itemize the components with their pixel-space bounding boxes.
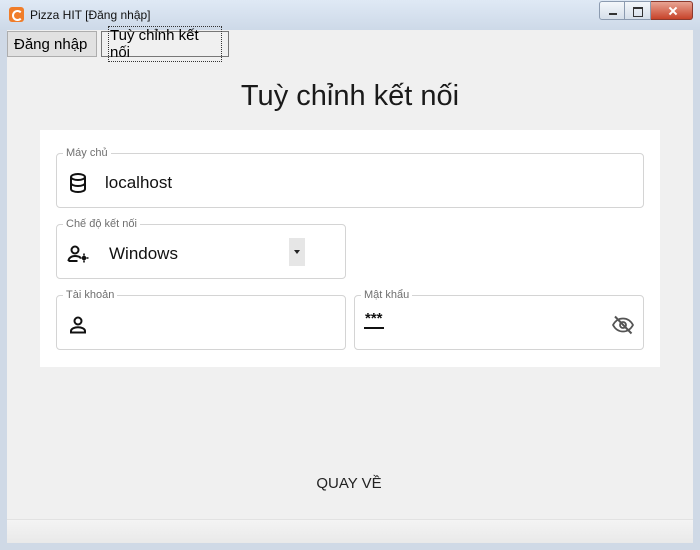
bottom-strip — [7, 519, 693, 543]
dropdown-arrow-icon[interactable] — [289, 238, 305, 266]
server-input[interactable]: localhost — [105, 173, 172, 193]
page-title: Tuỳ chỉnh kết nối — [240, 80, 460, 112]
account-label: Tài khoản — [63, 288, 118, 302]
tab-login[interactable]: Đăng nhập — [7, 31, 97, 57]
connection-mode-field[interactable]: Chế độ kết nối Windows — [56, 217, 346, 279]
user-settings-icon — [67, 245, 89, 263]
title-bar[interactable]: Pizza HIT [Đăng nhập] — [0, 0, 700, 30]
window-title: Pizza HIT [Đăng nhập] — [30, 8, 151, 22]
password-input[interactable]: *** — [364, 311, 384, 329]
close-button[interactable] — [651, 1, 693, 20]
app-icon — [9, 7, 24, 22]
minimize-button[interactable] — [599, 1, 625, 20]
maximize-button[interactable] — [625, 1, 651, 20]
person-icon — [70, 316, 86, 334]
window-controls — [599, 1, 693, 20]
tab-connection-settings[interactable]: Tuỳ chỉnh kết nối — [101, 26, 229, 62]
server-label: Máy chủ — [63, 146, 111, 160]
database-icon — [70, 173, 86, 194]
account-field[interactable]: Tài khoản — [56, 288, 346, 350]
tab-connection-settings-label: Tuỳ chỉnh kết nối — [108, 26, 222, 62]
password-field[interactable]: Mật khẩu *** — [354, 288, 644, 350]
password-label: Mật khẩu — [361, 288, 413, 302]
tab-login-label: Đăng nhập — [14, 35, 88, 53]
server-field[interactable]: Máy chủ localhost — [56, 146, 644, 208]
back-button[interactable]: QUAY VỀ — [299, 469, 399, 497]
connection-mode-select[interactable]: Windows — [109, 244, 178, 264]
eye-off-icon[interactable] — [611, 313, 635, 337]
connection-mode-label: Chế độ kết nối — [63, 217, 140, 231]
